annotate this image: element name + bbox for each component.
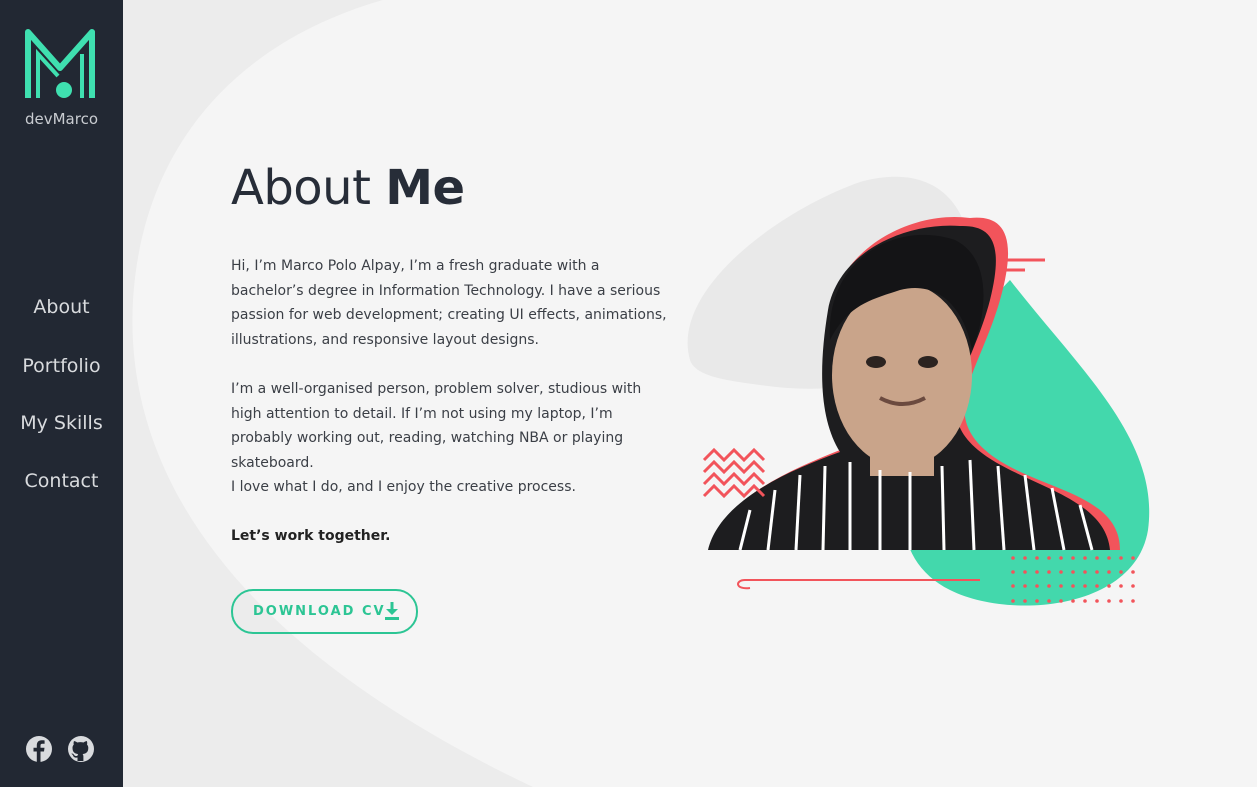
download-cv-label: DOWNLOAD CV: [253, 604, 386, 619]
nav-contact[interactable]: Contact: [0, 470, 123, 492]
nav-about[interactable]: About: [0, 296, 123, 318]
intro-paragraph: Hi, I’m Marco Polo Alpay, I’m a fresh gr…: [231, 258, 667, 348]
download-icon: [385, 602, 399, 620]
cta-text: Let’s work together.: [231, 528, 391, 544]
github-icon[interactable]: [67, 735, 95, 763]
facebook-icon[interactable]: [25, 735, 53, 763]
nav-portfolio[interactable]: Portfolio: [0, 355, 123, 377]
profile-illustration: [687, 176, 1150, 606]
personality-paragraph: I’m a well-organised person, problem sol…: [231, 381, 642, 471]
page-title: About Me: [231, 160, 465, 216]
logo-text: devMarco: [24, 110, 99, 128]
sidebar: devMarco About Portfolio My Skills Conta…: [0, 0, 123, 787]
nav-my-skills[interactable]: My Skills: [0, 412, 123, 434]
logo-icon[interactable]: [24, 26, 96, 102]
passion-paragraph: I love what I do, and I enjoy the creati…: [231, 479, 576, 495]
zigzag-decoration: [702, 447, 766, 499]
download-cv-button[interactable]: DOWNLOAD CV: [231, 589, 418, 634]
